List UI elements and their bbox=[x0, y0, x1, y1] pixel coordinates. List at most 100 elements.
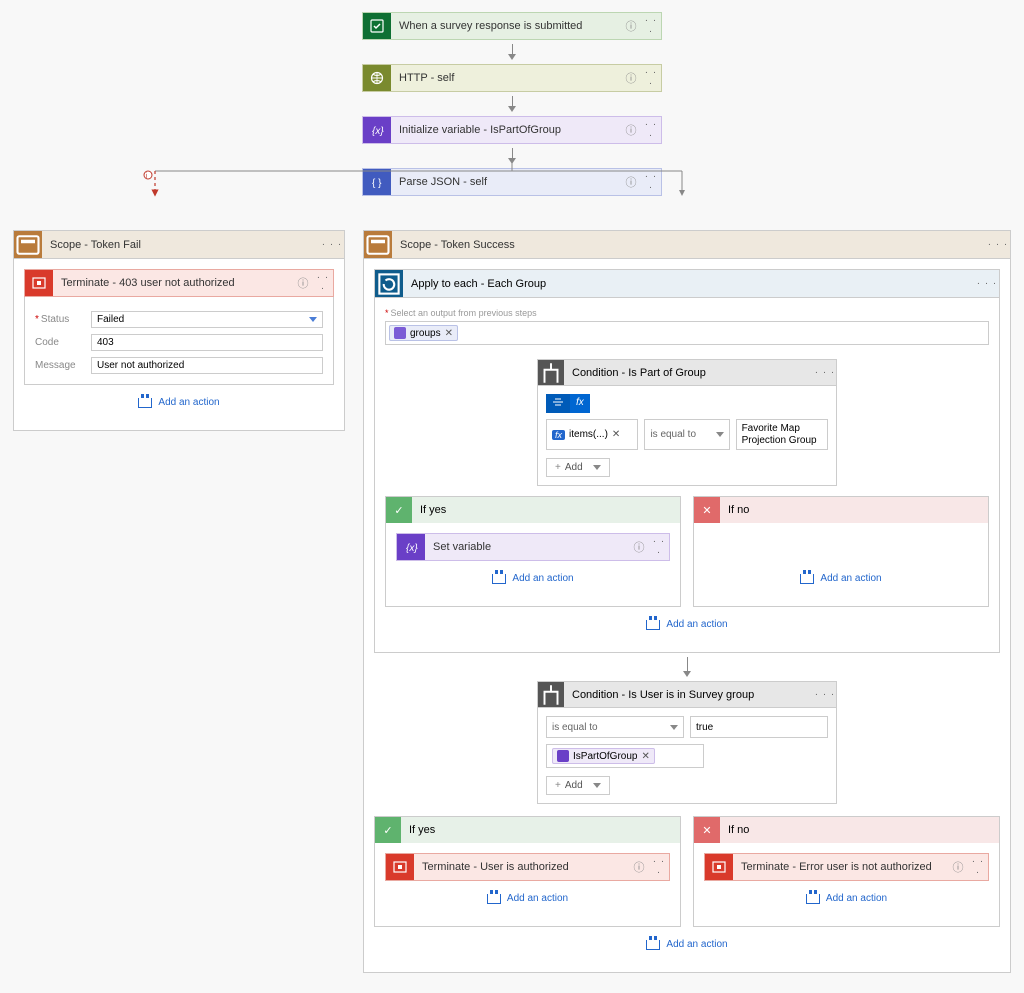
info-icon[interactable]: ⓘ bbox=[948, 859, 968, 875]
terminate-icon bbox=[386, 854, 414, 880]
cross-icon: ✕ bbox=[694, 497, 720, 523]
add-condition-button[interactable]: Add bbox=[546, 458, 610, 477]
terminate-icon bbox=[705, 854, 733, 880]
menu-icon[interactable]: · · · bbox=[313, 272, 333, 294]
remove-token-icon[interactable]: ✕ bbox=[445, 328, 453, 339]
condition-tabs[interactable]: fx bbox=[546, 394, 590, 413]
http-card[interactable]: HTTP - self ⓘ · · · bbox=[362, 64, 662, 92]
scope-token-success[interactable]: Scope - Token Success · · · Apply to eac… bbox=[363, 230, 1011, 973]
branch2-if-no: ✕If no Terminate - Error user is not aut… bbox=[693, 816, 1000, 927]
menu-icon[interactable]: · · · bbox=[641, 67, 661, 89]
branch2-if-yes: ✓If yes Terminate - User is authorized ⓘ… bbox=[374, 816, 681, 927]
parse-json-card[interactable]: { } Parse JSON - self ⓘ · · · bbox=[362, 168, 662, 196]
add-action-button[interactable]: Add an action bbox=[704, 573, 978, 584]
survey-icon bbox=[363, 13, 391, 39]
menu-icon[interactable]: · · · bbox=[641, 171, 661, 193]
condition-user-in-survey-group[interactable]: Condition - Is User is in Survey group ·… bbox=[537, 681, 837, 804]
condition-operator[interactable]: is equal to bbox=[644, 419, 729, 450]
add-condition-button[interactable]: Add bbox=[546, 776, 610, 795]
cross-icon: ✕ bbox=[694, 817, 720, 843]
remove-token-icon[interactable]: ✕ bbox=[641, 751, 649, 762]
terminate-403-label: Terminate - 403 user not authorized bbox=[53, 277, 293, 289]
add-action-button[interactable]: Add an action bbox=[24, 397, 334, 408]
token-icon bbox=[557, 750, 569, 762]
menu-icon[interactable]: · · · bbox=[968, 856, 988, 878]
info-icon[interactable]: ⓘ bbox=[621, 70, 641, 86]
condition2-title: Condition - Is User is in Survey group bbox=[564, 689, 814, 701]
select-output-label: Select an output from previous steps bbox=[385, 308, 989, 318]
select-output-input[interactable]: groups ✕ bbox=[385, 321, 989, 345]
tab-basic[interactable] bbox=[546, 394, 570, 413]
plug-icon bbox=[138, 398, 152, 408]
variable-icon: {x} bbox=[363, 117, 391, 143]
info-icon[interactable]: ⓘ bbox=[293, 275, 313, 291]
remove-token-icon[interactable]: ✕ bbox=[612, 429, 620, 440]
condition-left[interactable]: fx items(...) ✕ bbox=[546, 419, 638, 450]
menu-icon[interactable]: · · · bbox=[975, 278, 999, 289]
set-variable-card[interactable]: {x} Set variable ⓘ · · · bbox=[396, 533, 670, 561]
condition2-operator[interactable]: is equal to bbox=[546, 716, 684, 738]
plug-icon bbox=[646, 940, 660, 950]
plug-icon bbox=[492, 574, 506, 584]
condition2-right[interactable]: true bbox=[690, 716, 828, 738]
add-action-button[interactable]: Add an action bbox=[385, 619, 989, 630]
condition-is-part-of-group[interactable]: Condition - Is Part of Group · · · fx bbox=[537, 359, 837, 486]
menu-icon[interactable]: · · · bbox=[641, 15, 661, 37]
check-icon: ✓ bbox=[375, 817, 401, 843]
arrow-icon bbox=[374, 657, 1000, 677]
arrow-icon bbox=[362, 44, 662, 60]
plug-icon bbox=[487, 894, 501, 904]
terminate-not-authorized-card[interactable]: Terminate - Error user is not authorized… bbox=[704, 853, 989, 881]
menu-icon[interactable]: · · · bbox=[641, 119, 661, 141]
add-action-button[interactable]: Add an action bbox=[396, 573, 670, 584]
branch-icon bbox=[538, 682, 564, 707]
status-label: Status bbox=[35, 314, 91, 325]
code-label: Code bbox=[35, 337, 91, 348]
menu-icon[interactable]: · · · bbox=[649, 536, 669, 558]
info-icon[interactable]: ⓘ bbox=[621, 122, 641, 138]
scope-icon bbox=[14, 231, 42, 258]
check-icon: ✓ bbox=[386, 497, 412, 523]
condition2-left[interactable]: IsPartOfGroup✕ bbox=[546, 744, 704, 768]
branch-if-yes: ✓If yes {x} Set variable ⓘ · · · bbox=[385, 496, 681, 607]
svg-text:{ }: { } bbox=[372, 178, 382, 189]
add-action-button[interactable]: Add an action bbox=[704, 893, 989, 904]
init-var-label: Initialize variable - IsPartOfGroup bbox=[391, 124, 621, 136]
message-label: Message bbox=[35, 360, 91, 371]
info-icon[interactable]: ⓘ bbox=[621, 174, 641, 190]
branch-icon bbox=[538, 360, 564, 385]
terminate-authorized-card[interactable]: Terminate - User is authorized ⓘ · · · bbox=[385, 853, 670, 881]
add-action-button[interactable]: Add an action bbox=[374, 939, 1000, 950]
tab-fx[interactable]: fx bbox=[570, 394, 590, 413]
terminate-403-card[interactable]: Terminate - 403 user not authorized ⓘ · … bbox=[24, 269, 334, 297]
terminate-icon bbox=[25, 270, 53, 296]
trigger-card[interactable]: When a survey response is submitted ⓘ · … bbox=[362, 12, 662, 40]
scope-icon bbox=[364, 231, 392, 258]
menu-icon[interactable]: · · · bbox=[814, 367, 836, 378]
svg-text:i: i bbox=[146, 173, 148, 180]
info-icon[interactable]: ⓘ bbox=[629, 539, 649, 555]
code-input[interactable]: 403 bbox=[91, 334, 323, 351]
scope-success-title: Scope - Token Success bbox=[392, 239, 986, 251]
scope-token-fail[interactable]: Scope - Token Fail · · · Terminate - 403… bbox=[13, 230, 345, 431]
message-input[interactable]: User not authorized bbox=[91, 357, 323, 374]
arrow-icon bbox=[362, 96, 662, 112]
json-icon: { } bbox=[363, 169, 391, 195]
menu-icon[interactable]: · · · bbox=[814, 689, 836, 700]
condition-right[interactable]: Favorite Map Projection Group bbox=[736, 419, 828, 450]
svg-text:{x}: {x} bbox=[372, 126, 384, 137]
status-select[interactable]: Failed bbox=[91, 311, 323, 328]
trigger-label: When a survey response is submitted bbox=[391, 20, 621, 32]
groups-token[interactable]: groups ✕ bbox=[389, 325, 458, 341]
menu-icon[interactable]: · · · bbox=[986, 239, 1010, 250]
info-icon[interactable]: ⓘ bbox=[621, 18, 641, 34]
plug-icon bbox=[806, 894, 820, 904]
info-icon[interactable]: ⓘ bbox=[629, 859, 649, 875]
loop-icon bbox=[375, 270, 403, 297]
menu-icon[interactable]: · · · bbox=[320, 239, 344, 250]
svg-text:{x}: {x} bbox=[406, 543, 418, 554]
add-action-button[interactable]: Add an action bbox=[385, 893, 670, 904]
init-var-card[interactable]: {x} Initialize variable - IsPartOfGroup … bbox=[362, 116, 662, 144]
menu-icon[interactable]: · · · bbox=[649, 856, 669, 878]
apply-to-each[interactable]: Apply to each - Each Group · · · Select … bbox=[374, 269, 1000, 653]
